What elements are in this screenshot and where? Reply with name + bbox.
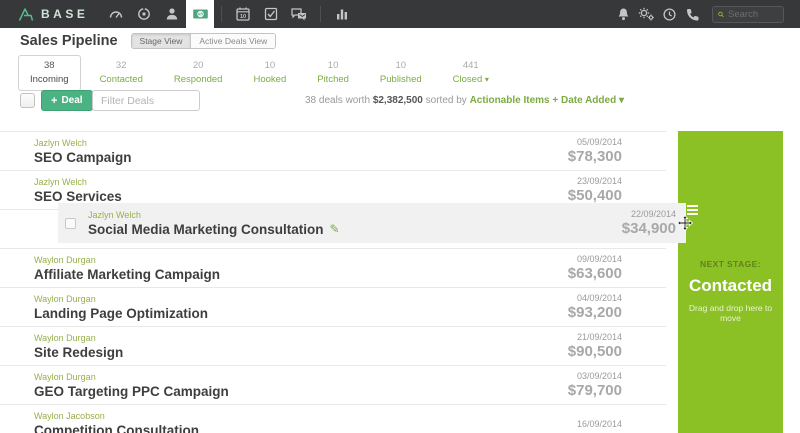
toggle-stage-view[interactable]: Stage View bbox=[132, 34, 192, 48]
base-logo-icon bbox=[18, 7, 34, 22]
deal-row-seo-campaign[interactable]: Jazlyn Welch SEO Campaign 05/09/2014 $78… bbox=[0, 132, 666, 171]
gauge-icon bbox=[108, 6, 124, 22]
next-stage-name: Contacted bbox=[678, 276, 783, 296]
plus-icon: + bbox=[51, 95, 57, 107]
logo-text: BASE bbox=[41, 7, 88, 21]
nav-leads[interactable] bbox=[130, 0, 158, 28]
next-stage-drop-zone[interactable]: NEXT STAGE: Contacted Drag and drop here… bbox=[678, 131, 783, 433]
svg-text:$: $ bbox=[199, 12, 202, 18]
deal-row-landing-page[interactable]: Waylon Durgan Landing Page Optimization … bbox=[0, 288, 666, 327]
global-search[interactable] bbox=[712, 6, 784, 23]
deal-checkbox[interactable] bbox=[65, 218, 76, 229]
base-logo[interactable]: BASE bbox=[18, 7, 88, 22]
deal-row-affiliate-marketing[interactable]: Waylon Durgan Affiliate Marketing Campai… bbox=[0, 249, 666, 288]
calendar-icon: 10 bbox=[235, 6, 251, 22]
person-icon bbox=[164, 6, 180, 22]
search-icon bbox=[718, 10, 724, 19]
nav-communications[interactable] bbox=[285, 0, 313, 28]
tab-closed[interactable]: 441 Closed ▾ bbox=[441, 55, 501, 91]
tab-pitched[interactable]: 10 Pitched bbox=[305, 55, 361, 91]
tab-contacted[interactable]: 32 Contacted bbox=[88, 55, 155, 91]
bell-icon bbox=[616, 7, 631, 22]
chat-bubbles-icon bbox=[290, 6, 308, 22]
nav-dashboard[interactable] bbox=[102, 0, 130, 28]
svg-text:10: 10 bbox=[240, 14, 246, 20]
nav-recent[interactable] bbox=[658, 0, 681, 28]
drop-hint: Drag and drop here to move bbox=[678, 303, 783, 323]
total-amount: $2,382,500 bbox=[373, 95, 423, 106]
deal-row-geo-targeting[interactable]: Waylon Durgan GEO Targeting PPC Campaign… bbox=[0, 366, 666, 405]
sort-selector[interactable]: Actionable Items + Date Added bbox=[470, 95, 617, 106]
deal-row-site-redesign[interactable]: Waylon Durgan Site Redesign 21/09/2014 $… bbox=[0, 327, 666, 366]
deal-list: Jazlyn Welch SEO Campaign 05/09/2014 $78… bbox=[0, 131, 666, 433]
tab-responded[interactable]: 20 Responded bbox=[162, 55, 235, 91]
filter-deals-input[interactable] bbox=[92, 90, 200, 111]
select-all-checkbox[interactable] bbox=[20, 93, 35, 108]
deals-summary: 38 deals worth $2,382,500 sorted by Acti… bbox=[305, 95, 624, 106]
tab-hooked[interactable]: 10 Hooked bbox=[241, 55, 298, 91]
tab-incoming[interactable]: 38 Incoming bbox=[18, 55, 81, 91]
nav-contacts[interactable] bbox=[158, 0, 186, 28]
nav-deals-active[interactable]: $ bbox=[186, 0, 214, 28]
dragged-deal-row[interactable]: Jazlyn Welch Social Media Marketing Cons… bbox=[58, 203, 686, 243]
search-input[interactable] bbox=[728, 9, 778, 20]
top-navbar: BASE $ 10 bbox=[0, 0, 800, 28]
nav-reports[interactable] bbox=[328, 0, 356, 28]
target-icon bbox=[136, 6, 152, 22]
page-title: Sales Pipeline bbox=[20, 33, 118, 49]
nav-calendar[interactable]: 10 bbox=[229, 0, 257, 28]
move-cursor-icon bbox=[677, 215, 693, 231]
view-toggle-group: Stage View Active Deals View bbox=[131, 33, 277, 49]
money-icon: $ bbox=[192, 6, 209, 22]
add-deal-button[interactable]: + Deal bbox=[41, 90, 93, 111]
bar-chart-icon bbox=[334, 6, 350, 22]
phone-icon bbox=[685, 7, 700, 22]
pipeline-stage-tabs: 38 Incoming 32 Contacted 20 Responded 10… bbox=[18, 55, 508, 91]
nav-divider bbox=[320, 6, 321, 22]
clock-icon bbox=[662, 7, 677, 22]
nav-phone[interactable] bbox=[681, 0, 704, 28]
chevron-down-icon: ▾ bbox=[485, 75, 489, 84]
toggle-active-deals-view[interactable]: Active Deals View bbox=[191, 34, 275, 48]
nav-settings[interactable] bbox=[635, 0, 658, 28]
chevron-down-icon[interactable]: ▾ bbox=[619, 95, 624, 106]
deals-toolbar: + Deal 38 deals worth $2,382,500 sorted … bbox=[0, 89, 800, 113]
gears-icon bbox=[638, 6, 655, 22]
next-stage-label: NEXT STAGE: bbox=[678, 259, 783, 269]
nav-notifications[interactable] bbox=[612, 0, 635, 28]
tasks-check-icon bbox=[263, 6, 279, 22]
nav-tasks[interactable] bbox=[257, 0, 285, 28]
tab-published[interactable]: 10 Published bbox=[368, 55, 434, 91]
nav-divider bbox=[221, 6, 222, 22]
edit-pencil-icon[interactable]: ✎ bbox=[330, 222, 340, 236]
deal-row-partial-bottom[interactable]: Waylon Jacobson Competition Consultation… bbox=[0, 405, 666, 433]
